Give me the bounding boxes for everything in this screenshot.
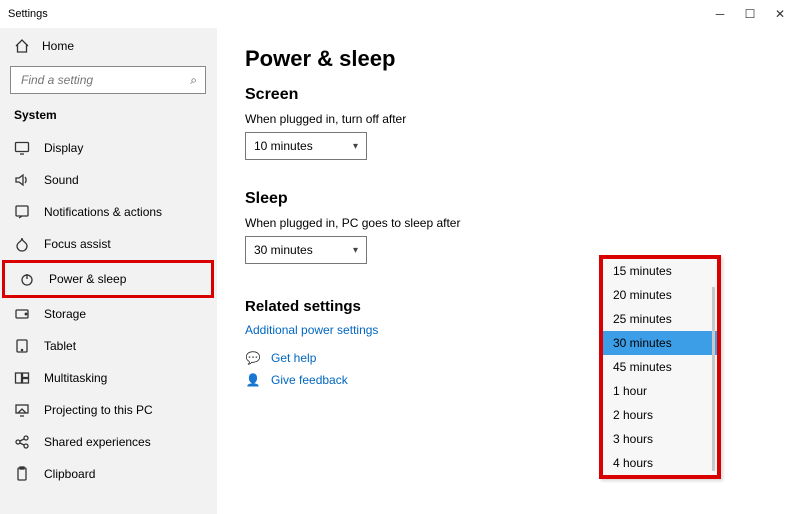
sidebar-item-power-sleep[interactable]: Power & sleep bbox=[2, 260, 214, 298]
power-icon bbox=[19, 271, 35, 287]
storage-icon bbox=[14, 306, 30, 322]
sleep-timeout-combo[interactable]: 30 minutes ▾ bbox=[245, 236, 367, 264]
minimize-button[interactable]: ─ bbox=[714, 8, 726, 20]
dropdown-scrollbar[interactable] bbox=[712, 287, 715, 471]
sidebar-item-label: Display bbox=[44, 141, 83, 155]
sidebar-item-display[interactable]: Display bbox=[0, 132, 216, 164]
sidebar-item-shared-experiences[interactable]: Shared experiences bbox=[0, 426, 216, 458]
sidebar-item-projecting[interactable]: Projecting to this PC bbox=[0, 394, 216, 426]
shared-icon bbox=[14, 434, 30, 450]
dropdown-option[interactable]: 1 hour bbox=[603, 379, 717, 403]
sidebar-item-label: Storage bbox=[44, 307, 86, 321]
dropdown-option[interactable]: 25 minutes bbox=[603, 307, 717, 331]
search-icon: ⌕ bbox=[190, 73, 197, 88]
dropdown-option[interactable]: 20 minutes bbox=[603, 283, 717, 307]
focus-assist-icon bbox=[14, 236, 30, 252]
notifications-icon bbox=[14, 204, 30, 220]
sidebar-item-label: Tablet bbox=[44, 339, 76, 353]
sidebar-item-label: Power & sleep bbox=[49, 272, 126, 286]
sidebar-item-storage[interactable]: Storage bbox=[0, 298, 216, 330]
sidebar-item-label: Notifications & actions bbox=[44, 205, 162, 219]
home-icon bbox=[14, 38, 30, 54]
main-content: Power & sleep Screen When plugged in, tu… bbox=[217, 28, 800, 514]
screen-heading: Screen bbox=[245, 86, 776, 104]
sidebar-item-label: Clipboard bbox=[44, 467, 95, 481]
search-input[interactable]: ⌕ bbox=[10, 66, 206, 94]
sidebar-item-tablet[interactable]: Tablet bbox=[0, 330, 216, 362]
sidebar-item-sound[interactable]: Sound bbox=[0, 164, 216, 196]
sidebar-home-label: Home bbox=[42, 39, 74, 53]
give-feedback-link[interactable]: Give feedback bbox=[271, 373, 348, 387]
titlebar: Settings ─ ☐ ✕ bbox=[0, 0, 800, 28]
sidebar-item-label: Multitasking bbox=[44, 371, 107, 385]
tablet-icon bbox=[14, 338, 30, 354]
screen-timeout-value: 10 minutes bbox=[254, 139, 313, 153]
clipboard-icon bbox=[14, 466, 30, 482]
help-icon: 💬 bbox=[245, 351, 261, 365]
sleep-label: When plugged in, PC goes to sleep after bbox=[245, 216, 776, 230]
projecting-icon bbox=[14, 402, 30, 418]
maximize-button[interactable]: ☐ bbox=[744, 8, 756, 20]
chevron-down-icon: ▾ bbox=[353, 141, 358, 152]
sidebar-item-focus-assist[interactable]: Focus assist bbox=[0, 228, 216, 260]
search-field[interactable] bbox=[19, 72, 190, 88]
sidebar-group-title: System bbox=[0, 102, 216, 132]
close-button[interactable]: ✕ bbox=[774, 8, 786, 20]
dropdown-option[interactable]: 30 minutes bbox=[603, 331, 717, 355]
screen-timeout-combo[interactable]: 10 minutes ▾ bbox=[245, 132, 367, 160]
sleep-timeout-value: 30 minutes bbox=[254, 243, 313, 257]
chevron-down-icon: ▾ bbox=[353, 245, 358, 256]
multitasking-icon bbox=[14, 370, 30, 386]
sleep-dropdown-list[interactable]: 15 minutes20 minutes25 minutes30 minutes… bbox=[599, 255, 721, 479]
sidebar-item-label: Projecting to this PC bbox=[44, 403, 153, 417]
sidebar-item-label: Shared experiences bbox=[44, 435, 151, 449]
sidebar-item-label: Sound bbox=[44, 173, 79, 187]
dropdown-option[interactable]: 4 hours bbox=[603, 451, 717, 475]
sleep-heading: Sleep bbox=[245, 190, 776, 208]
display-icon bbox=[14, 140, 30, 156]
sidebar-home[interactable]: Home bbox=[0, 32, 216, 60]
dropdown-option[interactable]: 3 hours bbox=[603, 427, 717, 451]
sidebar-item-multitasking[interactable]: Multitasking bbox=[0, 362, 216, 394]
sidebar-item-clipboard[interactable]: Clipboard bbox=[0, 458, 216, 490]
feedback-icon: 👤 bbox=[245, 373, 261, 387]
get-help-link[interactable]: Get help bbox=[271, 351, 316, 365]
sound-icon bbox=[14, 172, 30, 188]
dropdown-option[interactable]: 45 minutes bbox=[603, 355, 717, 379]
page-title: Power & sleep bbox=[245, 46, 776, 72]
window-title: Settings bbox=[8, 8, 48, 20]
sidebar-item-label: Focus assist bbox=[44, 237, 111, 251]
dropdown-option[interactable]: 15 minutes bbox=[603, 259, 717, 283]
screen-label: When plugged in, turn off after bbox=[245, 112, 776, 126]
sidebar: Home ⌕ System Display Sound Notification… bbox=[0, 28, 217, 514]
window-controls: ─ ☐ ✕ bbox=[714, 8, 792, 20]
sidebar-item-notifications[interactable]: Notifications & actions bbox=[0, 196, 216, 228]
dropdown-option[interactable]: 2 hours bbox=[603, 403, 717, 427]
